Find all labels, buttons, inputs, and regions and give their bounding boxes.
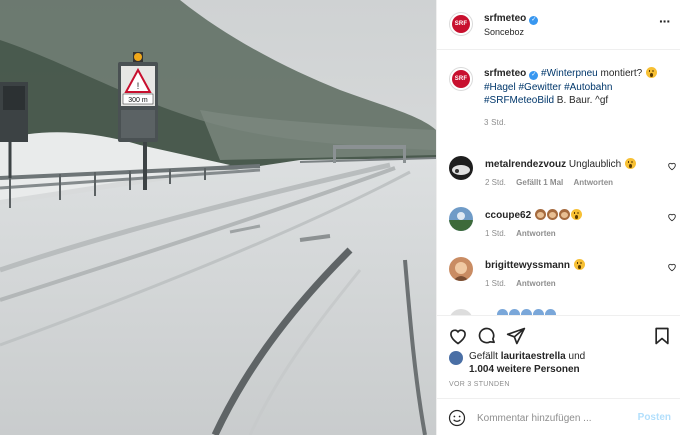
see-no-evil-monkey-emoji-icon [534,209,546,220]
commenter-avatar[interactable] [449,156,473,180]
liker-avatar[interactable] [449,351,463,365]
astonished-emoji-icon [645,67,657,78]
more-options-icon[interactable]: ··· [659,13,671,29]
caption-credit: B. Baur. ^gf [554,95,609,106]
hashtag-winterpneu[interactable]: #Winterpneu [541,68,598,79]
reply-button[interactable]: Antworten [574,178,614,187]
likes-others-link[interactable]: 1.004 weitere Personen [469,364,580,375]
like-heart-icon[interactable] [448,326,468,346]
comment-likes-link[interactable]: Gefällt 1 Mal [516,178,563,187]
comment-item: metalrendezvouz Unglaublich 2 Std. Gefäl… [449,156,676,196]
reply-button[interactable]: Antworten [516,279,556,288]
comment-item: brigittewyssmann 1 Std. Antworten [449,257,676,297]
liker-username[interactable]: lauritaestrella [501,351,566,362]
astonished-emoji-icon [573,259,585,270]
comment-time: 2 Std. [485,178,506,187]
comment-composer: Posten [437,398,680,435]
comment-time: 1 Std. [485,229,506,238]
share-send-icon[interactable] [506,326,526,346]
hashtag-srfmeteobild[interactable]: #SRFMeteoBild [484,95,554,106]
likes-connector: und [568,351,586,362]
emoji-smiley-icon[interactable] [448,409,466,427]
caption-text: montiert? [597,68,643,79]
like-comment-heart-icon[interactable] [667,161,677,171]
snowy-highway-image: ! 300 m [0,0,436,435]
see-no-evil-monkey-emoji-icon [546,209,558,220]
comment-text: metalrendezvouz Unglaublich [485,158,636,171]
caption-avatar[interactable]: SRF [449,67,473,91]
author-username[interactable]: srfmeteo [484,13,526,24]
comment-item: ccoupe62 1 Std. Antworten [449,207,676,247]
commenter-username[interactable]: brigittewyssmann [485,260,570,271]
hashtag-gewitter[interactable]: #Gewitter [518,82,561,93]
astonished-emoji-icon [570,209,582,220]
commenter-avatar[interactable] [449,207,473,231]
comment-input[interactable] [477,409,627,427]
post-comment-button[interactable]: Posten [638,412,671,423]
srf-logo: SRF [452,70,470,88]
verified-badge-icon: ✓ [529,71,539,80]
commenter-username[interactable]: ccoupe62 [485,210,531,221]
see-no-evil-monkey-emoji-icon [558,209,570,220]
likes-prefix: Gefällt [469,351,498,362]
comment-text: brigittewyssmann [485,259,585,272]
comment-time: 1 Std. [485,279,506,288]
comment-body: Unglaublich [568,159,622,170]
comment-meta: 1 Std. Antworten [485,279,564,288]
commenter-username[interactable]: metalrendezvouz [485,159,566,170]
hashtag-hagel[interactable]: #Hagel [484,82,516,93]
commenter-avatar[interactable] [449,257,473,281]
post-caption: srfmeteo ✓ #Winterpneu montiert? #Hagel #… [484,67,664,129]
post-header: SRF srfmeteo ✓ Sonceboz ··· [437,0,680,50]
verified-badge-icon: ✓ [529,16,539,25]
post-side-panel: SRF srfmeteo ✓ Sonceboz ··· SRF srfmeteo ✓… [436,0,680,435]
comment-item-partial: ... [449,307,669,315]
comment-meta: 2 Std. Gefällt 1 Mal Antworten [485,178,621,187]
author-avatar[interactable]: SRF [449,12,473,36]
bookmark-save-icon[interactable] [652,326,672,346]
srf-logo: SRF [452,15,470,33]
post-location[interactable]: Sonceboz [484,27,524,37]
comment-bubble-icon[interactable] [477,326,497,346]
sign-distance-text: 300 m [128,97,148,104]
hashtag-autobahn[interactable]: #Autobahn [564,82,612,93]
likes-summary: Gefällt lauritaestrella und 1.004 weiter… [469,350,585,376]
post-timestamp: VOR 3 STUNDEN [449,381,510,388]
post-photo[interactable]: ! 300 m [0,0,436,435]
comment-meta: 1 Std. Antworten [485,229,564,238]
astonished-emoji-icon [624,158,636,169]
like-comment-heart-icon[interactable] [667,262,677,272]
post-actions: Gefällt lauritaestrella und 1.004 weiter… [437,315,680,395]
comment-text: ccoupe62 [485,209,582,222]
caption-username[interactable]: srfmeteo [484,68,526,79]
svg-text:!: ! [137,81,140,91]
caption-time: 3 Std. [484,117,507,127]
like-comment-heart-icon[interactable] [667,212,677,222]
reply-button[interactable]: Antworten [516,229,556,238]
